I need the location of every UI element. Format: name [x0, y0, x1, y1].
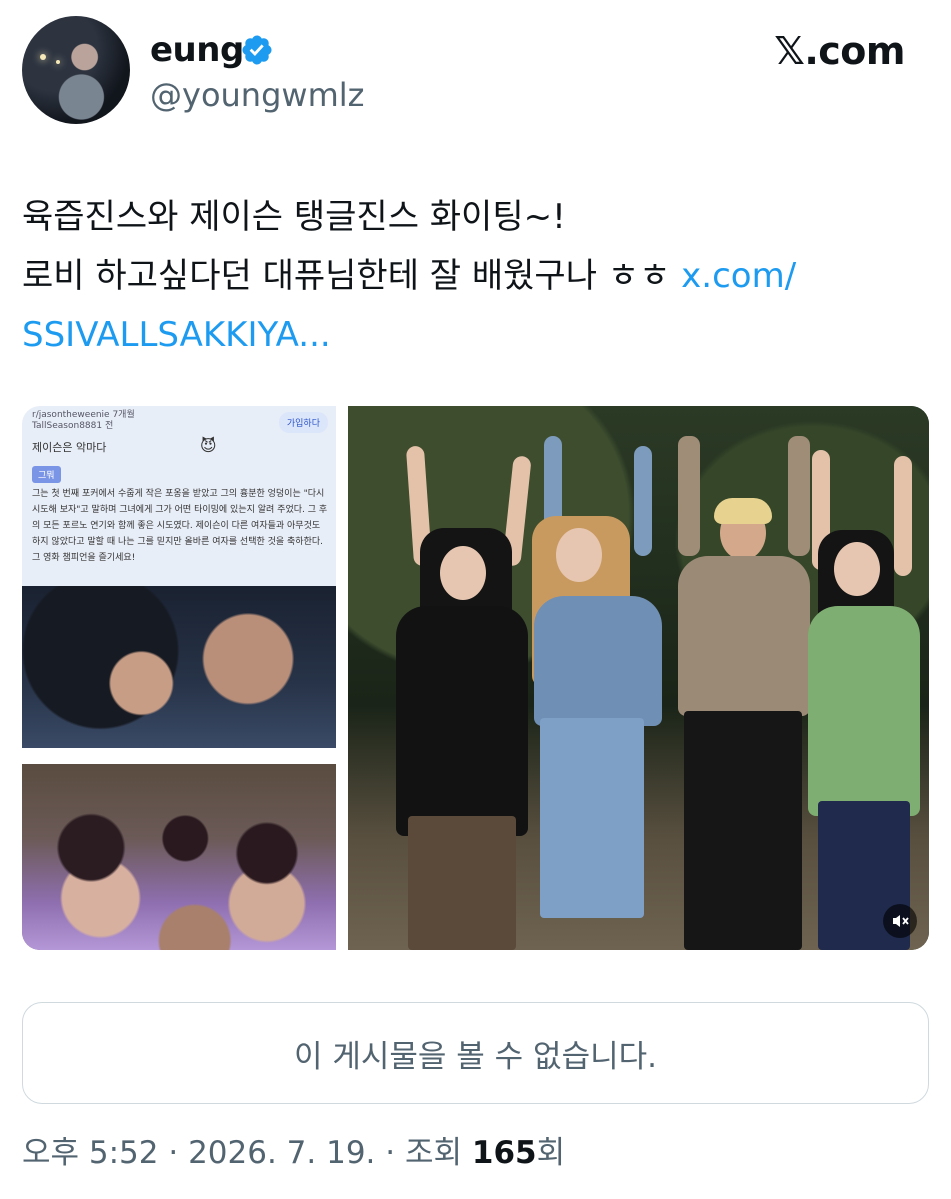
tweet-time[interactable]: 오후 5:52 — [22, 1135, 159, 1171]
tweet-text: 육즙진스와 제이슨 탱글진스 화이팅~! 로비 하고싶다던 대퓨님한테 잘 배웠… — [22, 188, 922, 365]
views-label: 조회 — [404, 1135, 472, 1171]
person-head — [834, 542, 880, 596]
reddit-join-button: 가입하다 — [278, 412, 328, 433]
unavailable-post-notice: 이 게시물을 볼 수 없습니다. — [22, 1002, 929, 1104]
display-name[interactable]: eung — [150, 28, 244, 72]
media-image-reddit[interactable]: r/jasontheweenie 7개월 TallSeason8881 전 가입… — [22, 406, 336, 748]
reddit-user: TallSeason8881 전 — [32, 421, 114, 431]
person-body — [808, 606, 920, 816]
dark-photo — [22, 586, 336, 748]
reddit-flair: 그뭐 — [32, 466, 61, 483]
tweet-link[interactable]: x.com/ — [681, 256, 796, 296]
views-count: 165 — [471, 1135, 537, 1171]
meta-separator: · — [375, 1135, 405, 1171]
media-video-group[interactable] — [348, 406, 929, 950]
media-image-hot-tub[interactable] — [22, 764, 336, 950]
tweet-line: 육즙진스와 제이슨 탱글진스 화이팅~! — [22, 197, 566, 237]
muted-speaker-icon[interactable] — [883, 904, 917, 938]
reddit-title: 제이슨은 악마다 😈 — [32, 436, 217, 455]
person-legs — [684, 711, 802, 950]
reddit-header: r/jasontheweenie 7개월 TallSeason8881 전 — [32, 410, 135, 432]
person-body — [678, 556, 810, 716]
tweet-line-text: 로비 하고싶다던 대퓨님한테 잘 배웠구나 ㅎㅎ — [22, 256, 682, 296]
tweet-link-continued[interactable]: SSIVALLSAKKIYA... — [22, 306, 922, 365]
person-hair — [714, 498, 772, 524]
reddit-subreddit: r/jasontheweenie 7개월 — [32, 410, 135, 420]
tweet-meta: 오후 5:52 · 2026. 7. 19. · 조회 165회 — [22, 1131, 565, 1175]
hot-tub-photo — [22, 764, 336, 950]
reddit-body: 그는 첫 번째 포커에서 수줍게 작은 포옹을 받았고 그의 흉분한 엉덩이는 … — [32, 489, 328, 563]
reddit-title-text: 제이슨은 악마다 — [32, 441, 107, 454]
avatar[interactable] — [22, 16, 130, 124]
handle[interactable]: @youngwmlz — [150, 75, 364, 115]
person-head — [440, 546, 486, 600]
person-arm — [788, 436, 810, 556]
group-photo — [348, 406, 929, 950]
person-arm — [678, 436, 700, 556]
avatar-light — [56, 60, 60, 64]
tweet-line: 로비 하고싶다던 대퓨님한테 잘 배웠구나 ㅎㅎ x.com/ — [22, 247, 922, 306]
person-arm — [634, 446, 652, 556]
tweet-date[interactable]: 2026. 7. 19. — [188, 1135, 375, 1171]
person-arm — [894, 456, 912, 576]
verified-badge-icon — [242, 35, 272, 65]
muted-speaker-glyph — [893, 915, 909, 927]
person-body — [396, 606, 528, 836]
media-grid: r/jasontheweenie 7개월 TallSeason8881 전 가입… — [22, 406, 929, 950]
person-head — [556, 528, 602, 582]
person-body — [534, 596, 662, 726]
person-legs — [408, 816, 516, 950]
avatar-light — [40, 54, 46, 60]
person-legs — [540, 718, 644, 918]
views-suffix: 회 — [536, 1135, 566, 1171]
devil-emoji-icon: 😈 — [199, 436, 217, 455]
meta-separator: · — [158, 1135, 189, 1171]
x-logo: 𝕏.com — [774, 29, 905, 73]
